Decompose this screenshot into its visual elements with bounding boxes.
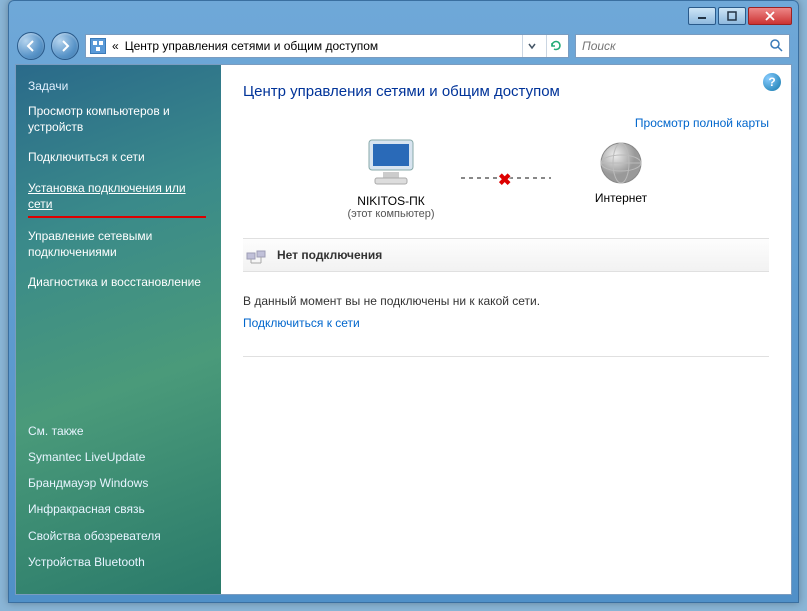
refresh-button[interactable]: [546, 35, 564, 57]
minimize-icon: [697, 11, 707, 21]
arrow-right-icon: [58, 39, 72, 53]
sidebar-item-setup-connection[interactable]: Установка подключения или сети: [28, 180, 209, 212]
red-underline-highlight: [28, 216, 206, 218]
back-button[interactable]: [17, 32, 45, 60]
nav-row: « Центр управления сетями и общим доступ…: [15, 31, 792, 61]
sidebar-item-browser-props[interactable]: Свойства обозревателя: [28, 528, 209, 544]
this-computer-sublabel: (этот компьютер): [347, 208, 434, 220]
network-status-icon: [245, 245, 267, 265]
chevron-down-icon: [528, 42, 536, 50]
minimize-button[interactable]: [688, 7, 716, 25]
titlebar: [15, 7, 792, 27]
maximize-button[interactable]: [718, 7, 746, 25]
close-button[interactable]: [748, 7, 792, 25]
sidebar-item-bluetooth[interactable]: Устройства Bluetooth: [28, 554, 209, 570]
network-diagram: NIKITOS-ПК (этот компьютер) ✖ Интернет: [243, 136, 769, 220]
connect-to-network-link[interactable]: Подключиться к сети: [243, 316, 769, 330]
this-computer-node: NIKITOS-ПК (этот компьютер): [321, 136, 461, 220]
sidebar: Задачи Просмотр компьютеров и устройств …: [16, 65, 221, 594]
forward-button[interactable]: [51, 32, 79, 60]
disconnected-x-icon: ✖: [498, 170, 514, 186]
connection-line: ✖: [461, 177, 551, 179]
search-icon[interactable]: [769, 38, 783, 55]
sidebar-see-also-heading: См. также: [28, 423, 209, 439]
help-button[interactable]: ?: [763, 73, 781, 91]
main-panel: ? Центр управления сетями и общим доступ…: [221, 65, 791, 594]
internet-node: Интернет: [551, 139, 691, 217]
arrow-left-icon: [24, 39, 38, 53]
content-frame: Задачи Просмотр компьютеров и устройств …: [15, 64, 792, 595]
breadcrumb-prefix: «: [112, 39, 119, 53]
address-bar[interactable]: « Центр управления сетями и общим доступ…: [85, 34, 569, 58]
view-full-map-link[interactable]: Просмотр полной карты: [243, 116, 769, 130]
status-text: Нет подключения: [277, 248, 382, 262]
maximize-icon: [727, 11, 737, 21]
sidebar-item-view-computers[interactable]: Просмотр компьютеров и устройств: [28, 103, 209, 135]
sidebar-item-diagnose[interactable]: Диагностика и восстановление: [28, 274, 209, 290]
computer-icon: [363, 136, 419, 190]
page-title: Центр управления сетями и общим доступом: [243, 83, 769, 100]
internet-label: Интернет: [595, 191, 647, 205]
this-computer-label: NIKITOS-ПК: [357, 194, 424, 208]
network-center-icon: [90, 38, 106, 54]
search-input[interactable]: [582, 39, 769, 53]
globe-icon: [597, 139, 645, 187]
sidebar-item-firewall[interactable]: Брандмауэр Windows: [28, 475, 209, 491]
address-dropdown-button[interactable]: [522, 35, 540, 57]
close-icon: [764, 11, 776, 21]
refresh-icon: [549, 39, 563, 53]
sidebar-item-symantec[interactable]: Symantec LiveUpdate: [28, 449, 209, 465]
no-connection-message: В данный момент вы не подключены ни к ка…: [243, 294, 769, 308]
sidebar-heading: Задачи: [28, 79, 209, 93]
sidebar-item-connect-network[interactable]: Подключиться к сети: [28, 149, 209, 165]
search-bar[interactable]: [575, 34, 790, 58]
breadcrumb: Центр управления сетями и общим доступом: [125, 39, 516, 53]
control-panel-window: « Центр управления сетями и общим доступ…: [8, 0, 799, 603]
sidebar-item-infrared[interactable]: Инфракрасная связь: [28, 501, 209, 517]
sidebar-item-manage-connections[interactable]: Управление сетевыми подключениями: [28, 228, 209, 260]
status-row: Нет подключения: [243, 238, 769, 272]
section-divider: [243, 356, 769, 357]
